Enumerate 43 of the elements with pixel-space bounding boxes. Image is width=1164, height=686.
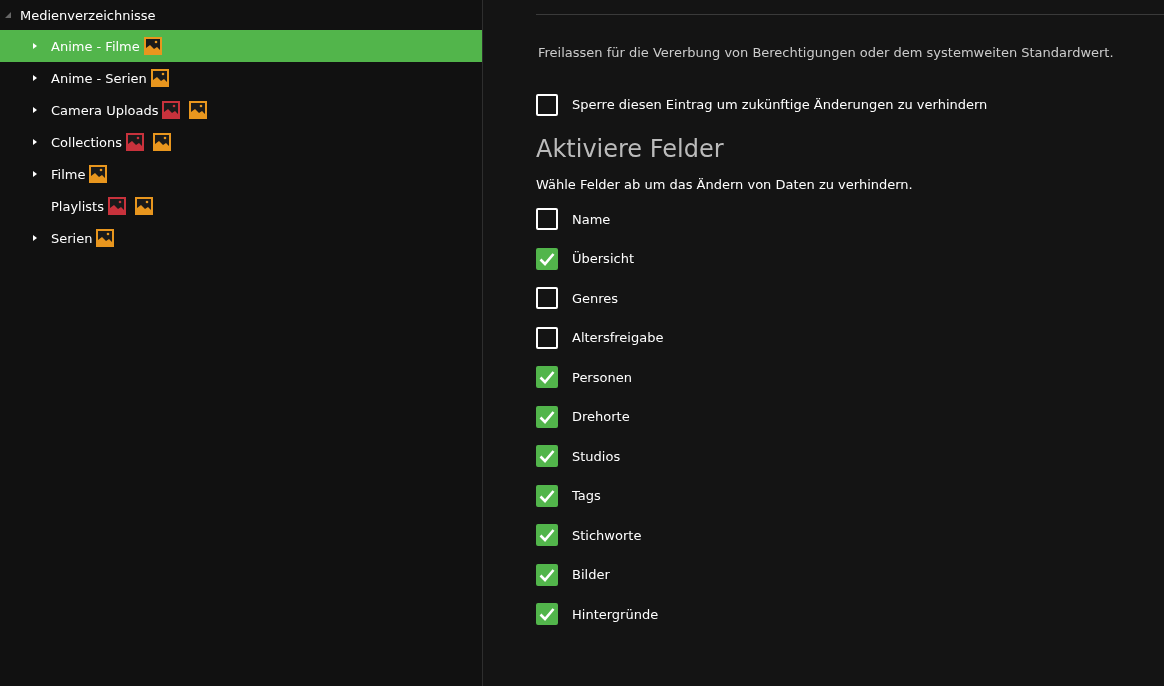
checkbox-label: Name: [572, 211, 611, 227]
checkbox-label: Stichworte: [572, 527, 642, 543]
library-name: Filme: [51, 166, 86, 182]
checkbox-label: Studios: [572, 448, 621, 464]
expand-arrow-icon[interactable]: [32, 138, 38, 146]
checkbox[interactable]: [536, 524, 558, 547]
checkbox[interactable]: [536, 445, 558, 468]
checkbox-label: Genres: [572, 290, 619, 306]
checkbox-label: Hintergründe: [572, 606, 659, 622]
library-item[interactable]: Filme: [0, 158, 482, 190]
library-name: Anime - Serien: [51, 70, 147, 86]
hint-text: Freilassen für die Vererbung von Berechtigungen oder dem systemweiten Standardwert.: [538, 45, 1115, 60]
checkbox[interactable]: [536, 366, 558, 389]
checkbox-label: Tags: [572, 488, 601, 504]
checkbox-label: Übersicht: [572, 251, 634, 267]
library-item[interactable]: Camera Uploads: [0, 94, 482, 126]
checkbox[interactable]: [536, 247, 558, 270]
library-name: Playlists: [51, 198, 104, 214]
collapse-triangle-icon[interactable]: [4, 11, 12, 19]
section-description: Wähle Felder ab um das Ändern von Daten zu verhindern.: [536, 176, 914, 192]
library-name: Collections: [51, 134, 123, 150]
checkbox[interactable]: [536, 603, 558, 626]
checkbox[interactable]: [536, 405, 558, 428]
checkbox[interactable]: [536, 484, 558, 507]
library-item[interactable]: Anime - Serien: [0, 62, 482, 94]
library-item[interactable]: Serien: [0, 222, 482, 254]
tree-root-label[interactable]: Medienverzeichnisse: [20, 7, 156, 23]
expand-arrow-icon[interactable]: [32, 74, 38, 82]
checkbox[interactable]: [536, 563, 558, 586]
section-heading: Aktiviere Felder: [536, 134, 725, 163]
library-name: Camera Uploads: [51, 102, 159, 118]
expand-arrow-icon[interactable]: [32, 170, 38, 178]
expand-arrow-icon[interactable]: [32, 106, 38, 114]
library-name: Serien: [51, 230, 93, 246]
checkbox-label: Personen: [572, 369, 632, 385]
library-name: Anime - Filme: [51, 38, 140, 54]
checkbox-label: Sperre diesen Eintrag um zukünftige Änderungen zu verhindern: [572, 97, 988, 113]
checkbox-label: Altersfreigabe: [572, 330, 664, 346]
expand-arrow-icon[interactable]: [32, 234, 38, 242]
checkbox-label: Bilder: [572, 567, 610, 583]
checkbox-label: Drehorte: [572, 409, 630, 425]
library-item[interactable]: Playlists: [0, 190, 482, 222]
library-item[interactable]: Collections: [0, 126, 482, 158]
